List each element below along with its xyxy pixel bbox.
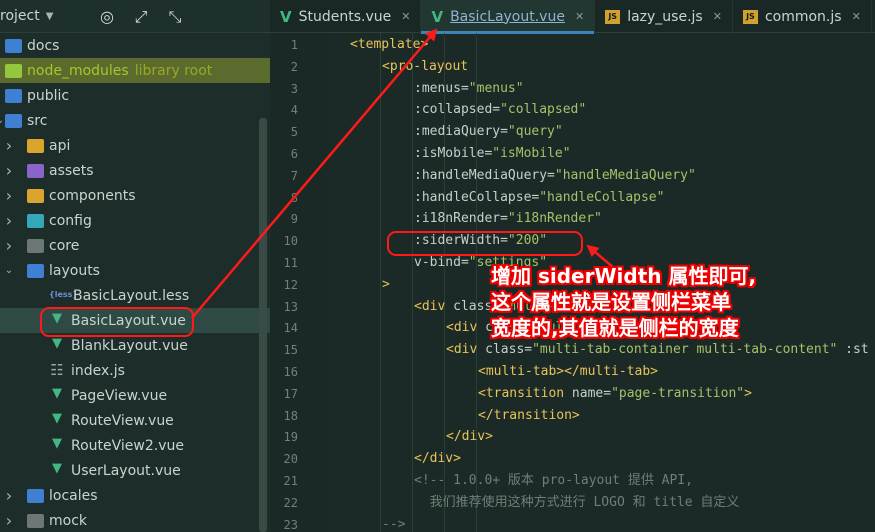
annotation-note: 增加 siderWidth 属性即可, 这个属性就是设置侧栏菜单 宽度的,其值就… — [491, 264, 757, 340]
arrow-to-active-tab — [191, 28, 438, 319]
